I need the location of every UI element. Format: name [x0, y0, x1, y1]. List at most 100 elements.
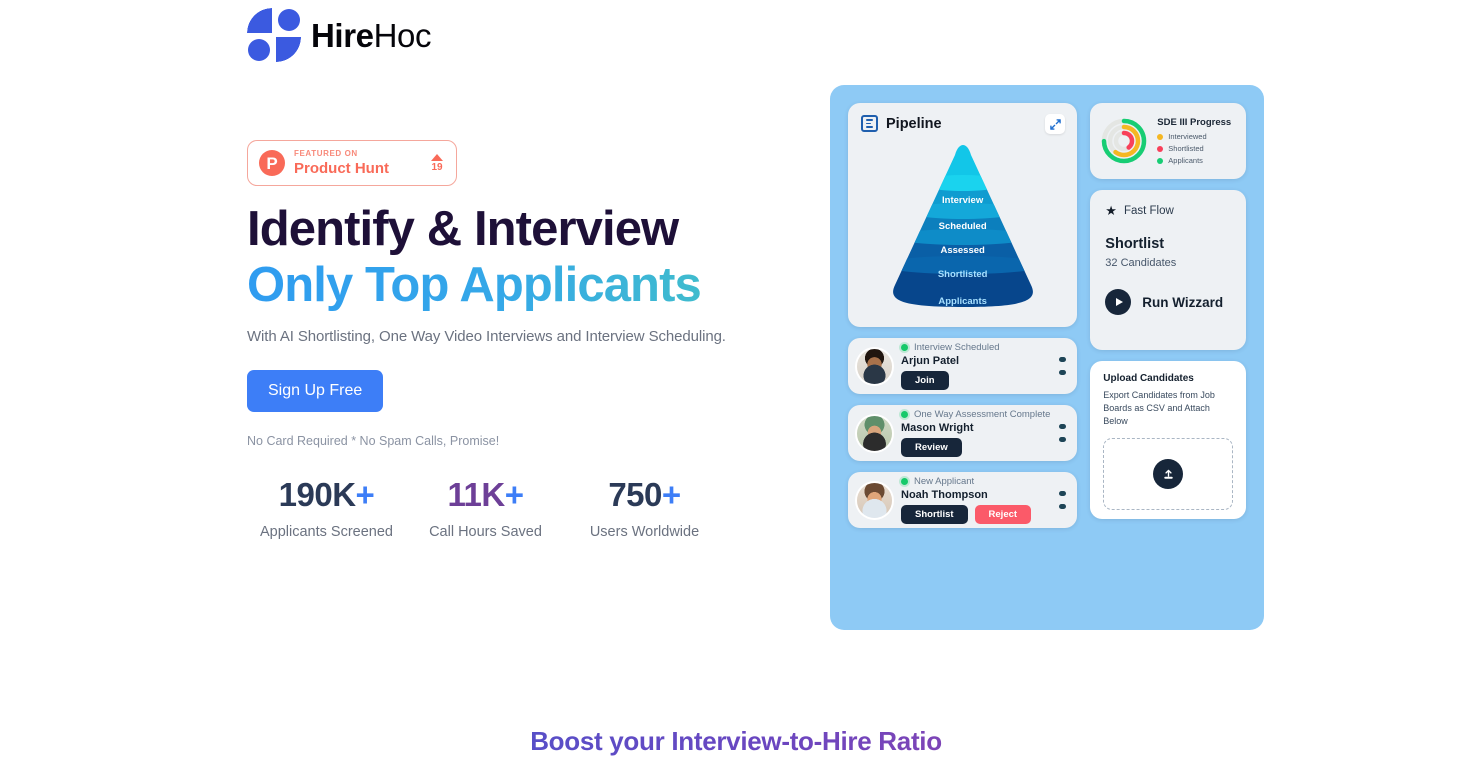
file-dropzone[interactable]: [1103, 438, 1233, 511]
funnel-stage-shortlisted: Shortlisted: [937, 269, 988, 280]
candidate-status: New Applicant: [901, 476, 1068, 487]
stat-number: 750: [608, 475, 662, 513]
dashboard-left-column: Pipeline Interview Scheduled Assessed Sh…: [848, 103, 1078, 612]
stat-label: Call Hours Saved: [429, 523, 542, 540]
dashboard-preview: Pipeline Interview Scheduled Assessed Sh…: [830, 85, 1264, 630]
sign-up-free-button[interactable]: Sign Up Free: [247, 369, 384, 412]
status-dot-icon: [901, 344, 908, 351]
upload-button[interactable]: [1153, 459, 1184, 490]
fast-flow-header: ★ Fast Flow: [1105, 204, 1231, 217]
stat-number: 190K: [278, 475, 356, 513]
upload-candidates-card: Upload Candidates Export Candidates from…: [1090, 361, 1246, 519]
avatar-arjun-patel: [857, 348, 892, 384]
legend-label: Applicants: [1168, 156, 1203, 165]
headline-line-2: Only Top Applicants: [247, 259, 807, 312]
progress-card: SDE III Progress Interviewed Shortlisted…: [1090, 103, 1246, 179]
progress-legend-block: SDE III Progress Interviewed Shortlisted…: [1157, 117, 1236, 165]
logo-quadrant-top-left: [247, 8, 272, 33]
avatar-noah-thompson: [857, 482, 892, 518]
logo-quadrant-bottom-right: [276, 37, 301, 62]
more-options-icon[interactable]: [1059, 491, 1067, 509]
status-dot-icon: [901, 411, 908, 418]
dashboard-right-column: SDE III Progress Interviewed Shortlisted…: [1090, 103, 1246, 612]
candidate-status: Interview Scheduled: [901, 342, 1068, 353]
brand-name-light: Hoc: [373, 16, 432, 54]
legend-swatch-interviewed: [1157, 133, 1164, 140]
footer-heading: Boost your Interview-to-Hire Ratio: [0, 726, 1472, 757]
upvote-count: 19: [431, 161, 443, 173]
funnel-stage-assessed: Assessed: [940, 245, 985, 256]
fast-flow-card: ★ Fast Flow Shortlist 32 Candidates Run …: [1090, 190, 1246, 350]
progress-title: SDE III Progress: [1157, 117, 1232, 128]
legend-label: Interviewed: [1168, 132, 1207, 141]
hero-disclaimer: No Card Required * No Spam Calls, Promis…: [247, 433, 500, 448]
candidate-name: Noah Thompson: [901, 489, 988, 501]
shortlist-button[interactable]: Shortlist: [901, 505, 968, 524]
product-hunt-text: FEATURED ON Product Hunt: [294, 149, 422, 177]
upload-description: Export Candidates from Job Boards as CSV…: [1103, 390, 1215, 427]
radial-progress-chart: [1102, 118, 1147, 164]
avatar-mason-wright: [857, 415, 892, 451]
candidate-card-mason-wright[interactable]: One Way Assessment Complete Mason Wright…: [848, 405, 1078, 461]
legend-item-shortlisted: Shortlisted: [1157, 144, 1236, 153]
candidate-actions: Review: [901, 438, 1068, 457]
product-hunt-name: Product Hunt: [294, 159, 389, 177]
page-title: Identify & Interview Only Top Applicants: [247, 202, 807, 312]
more-options-icon[interactable]: [1059, 357, 1067, 375]
stat-applicants-screened: 190K+ Applicants Screened: [247, 478, 406, 540]
candidate-card-arjun-patel[interactable]: Interview Scheduled Arjun Patel Join: [848, 338, 1078, 394]
landing-page: HireHoc P FEATURED ON Product Hunt 19 Id…: [0, 0, 1472, 768]
brand-logo[interactable]: HireHoc: [247, 8, 432, 62]
product-hunt-eyebrow: FEATURED ON: [294, 149, 358, 159]
upload-icon: [1163, 469, 1173, 479]
candidate-status-label: New Applicant: [914, 476, 975, 487]
expand-arrows-glyph: [1050, 118, 1061, 130]
product-hunt-logo-icon: P: [259, 150, 285, 176]
stats-row: 190K+ Applicants Screened 11K+ Call Hour…: [247, 478, 807, 540]
pipeline-card: Pipeline Interview Scheduled Assessed Sh…: [848, 103, 1078, 327]
candidate-info: Interview Scheduled Arjun Patel Join: [901, 342, 1068, 390]
run-wizzard-label: Run Wizzard: [1142, 294, 1224, 310]
candidate-name: Mason Wright: [901, 422, 974, 434]
candidate-info: One Way Assessment Complete Mason Wright…: [901, 409, 1068, 457]
pipeline-header: Pipeline: [861, 115, 1064, 132]
stat-label: Users Worldwide: [589, 523, 700, 540]
review-button[interactable]: Review: [901, 438, 962, 457]
fast-flow-subtitle: 32 Candidates: [1105, 257, 1177, 269]
funnel-stage-interview: Interview: [942, 195, 984, 206]
headline-line-1: Identify & Interview: [247, 202, 679, 256]
stat-value: 11K+: [406, 478, 565, 511]
funnel-stage-scheduled: Scheduled: [938, 221, 987, 232]
product-hunt-badge[interactable]: P FEATURED ON Product Hunt 19: [247, 140, 457, 186]
join-button[interactable]: Join: [901, 371, 949, 390]
stat-call-hours-saved: 11K+ Call Hours Saved: [406, 478, 565, 540]
reject-button[interactable]: Reject: [974, 505, 1032, 524]
upvote-triangle-icon: [431, 153, 443, 161]
run-wizzard-button[interactable]: Run Wizzard: [1105, 289, 1231, 315]
play-icon: [1105, 289, 1132, 315]
brand-name-bold: Hire: [311, 16, 374, 54]
stat-label: Applicants Screened: [260, 523, 393, 540]
pipeline-funnel-chart: Interview Scheduled Assessed Shortlisted…: [871, 143, 1055, 307]
candidate-status-label: Interview Scheduled: [914, 342, 1000, 353]
stat-suffix: +: [355, 475, 375, 513]
stat-number: 11K: [447, 475, 506, 513]
candidate-status-label: One Way Assessment Complete: [914, 409, 1051, 420]
stat-suffix: +: [661, 475, 681, 513]
stat-value: 190K+: [247, 478, 406, 511]
product-hunt-upvote[interactable]: 19: [431, 153, 445, 173]
status-dot-icon: [901, 478, 908, 485]
legend-item-interviewed: Interviewed: [1157, 132, 1236, 141]
more-options-icon[interactable]: [1059, 424, 1067, 442]
candidate-name: Arjun Patel: [901, 355, 960, 367]
pipeline-title: Pipeline: [886, 115, 942, 132]
star-icon: ★: [1105, 203, 1117, 218]
legend-item-applicants: Applicants: [1157, 156, 1236, 165]
funnel-stage-applicants: Applicants: [938, 296, 987, 307]
document-list-icon: [861, 115, 878, 132]
stat-suffix: +: [504, 475, 524, 513]
candidate-card-noah-thompson[interactable]: New Applicant Noah Thompson Shortlist Re…: [848, 472, 1078, 528]
legend-swatch-applicants: [1157, 157, 1164, 164]
hirehoc-quadrant-logo-icon: [247, 8, 301, 62]
expand-diagonal-icon[interactable]: [1045, 114, 1066, 134]
